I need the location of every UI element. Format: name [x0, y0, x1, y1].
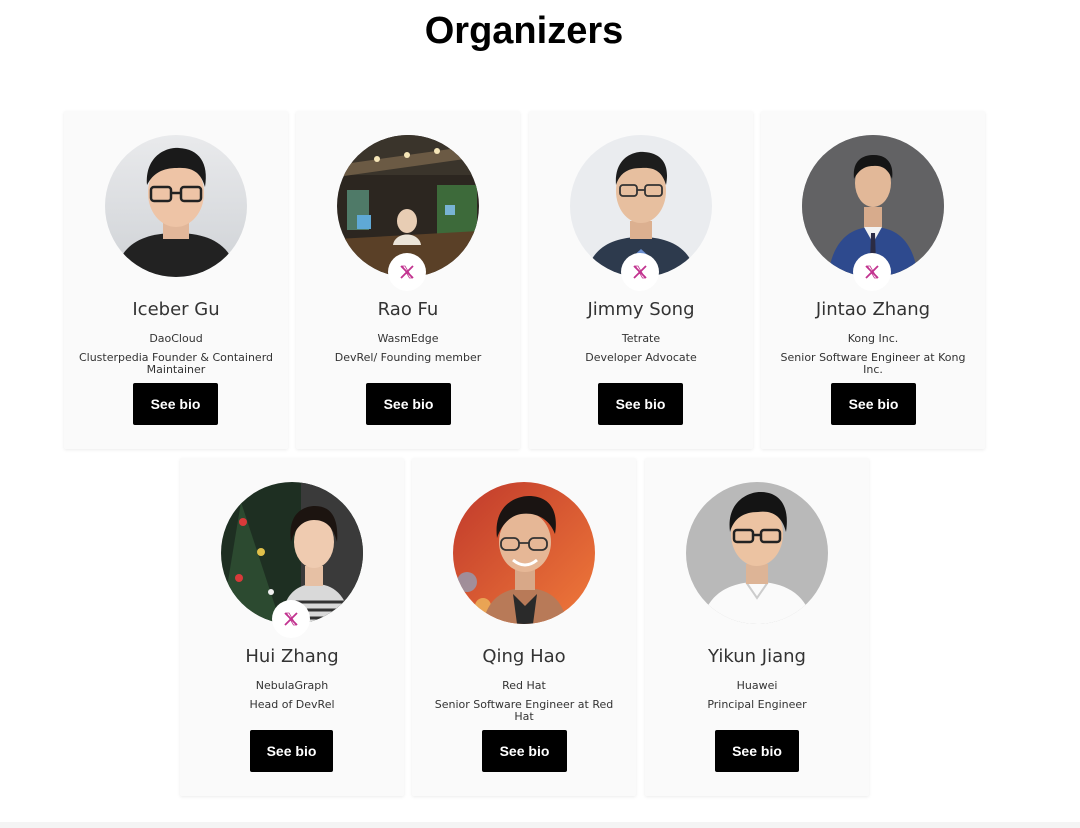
avatar-wrapper: [105, 135, 247, 277]
avatar-wrapper: [453, 482, 595, 624]
organizer-company: DaoCloud: [149, 332, 203, 345]
avatar-wrapper: [221, 482, 363, 638]
organizer-company: Tetrate: [621, 332, 661, 345]
organizer-role: Clusterpedia Founder & Containerd Mainta…: [78, 351, 274, 376]
organizer-card: Yikun Jiang Huawei Principal Engineer Se…: [645, 458, 869, 796]
organizer-card: Rao Fu WasmEdge DevRel/ Founding member …: [296, 111, 520, 449]
organizer-name: Qing Hao: [482, 646, 566, 667]
organizer-card: Jintao Zhang Kong Inc. Senior Software E…: [761, 111, 985, 449]
see-bio-button[interactable]: See bio: [715, 730, 799, 772]
organizer-company: Huawei: [736, 679, 778, 692]
organizer-name: Rao Fu: [377, 299, 439, 320]
avatar[interactable]: [453, 482, 595, 624]
organizer-company: Kong Inc.: [847, 332, 899, 345]
see-bio-button[interactable]: See bio: [133, 383, 218, 425]
x-icon: [633, 265, 647, 279]
see-bio-button[interactable]: See bio: [482, 730, 567, 772]
avatar-wrapper: [686, 482, 828, 624]
x-badge[interactable]: [853, 253, 891, 291]
x-icon: [865, 265, 879, 279]
organizer-card: Qing Hao Red Hat Senior Software Enginee…: [412, 458, 636, 796]
avatar[interactable]: [105, 135, 247, 277]
see-bio-button[interactable]: See bio: [598, 383, 683, 425]
organizer-role: DevRel/ Founding member: [334, 351, 482, 364]
x-badge[interactable]: [621, 253, 659, 291]
avatar-wrapper: [570, 135, 712, 291]
organizer-company: WasmEdge: [377, 332, 439, 345]
avatar-wrapper: [802, 135, 944, 291]
avatar-wrapper: [337, 135, 479, 291]
organizer-company: Red Hat: [502, 679, 546, 692]
organizer-role: Principal Engineer: [707, 698, 807, 711]
x-badge[interactable]: [388, 253, 426, 291]
x-icon: [284, 612, 298, 626]
page-title: Organizers: [424, 10, 624, 52]
organizer-name: Yikun Jiang: [708, 646, 806, 667]
organizer-role: Senior Software Engineer at Kong Inc.: [780, 351, 966, 376]
organizer-name: Jintao Zhang: [815, 299, 931, 320]
organizer-name: Iceber Gu: [132, 299, 220, 320]
organizer-role: Head of DevRel: [249, 698, 335, 711]
organizer-role: Senior Software Engineer at Red Hat: [434, 698, 614, 723]
organizer-name: Hui Zhang: [245, 646, 339, 667]
footer-divider: [0, 822, 1080, 828]
see-bio-button[interactable]: See bio: [366, 383, 451, 425]
see-bio-button[interactable]: See bio: [831, 383, 916, 425]
organizer-card: Iceber Gu DaoCloud Clusterpedia Founder …: [64, 111, 288, 449]
organizer-card: Hui Zhang NebulaGraph Head of DevRel See…: [180, 458, 404, 796]
organizer-company: NebulaGraph: [255, 679, 329, 692]
organizer-role: Developer Advocate: [585, 351, 697, 364]
x-icon: [400, 265, 414, 279]
avatar[interactable]: [686, 482, 828, 624]
organizer-name: Jimmy Song: [587, 299, 695, 320]
see-bio-button[interactable]: See bio: [250, 730, 333, 772]
x-badge[interactable]: [272, 600, 310, 638]
organizer-card: Jimmy Song Tetrate Developer Advocate Se…: [529, 111, 753, 449]
